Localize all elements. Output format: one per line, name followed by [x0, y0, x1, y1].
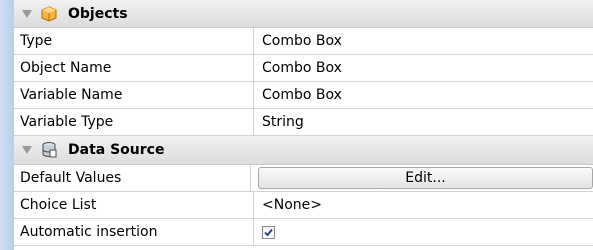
property-name: Default Values — [14, 165, 251, 191]
data-source-icon — [40, 141, 58, 159]
property-row-variable-type[interactable]: Variable Type String — [14, 109, 593, 136]
automatic-insertion-checkbox[interactable] — [262, 225, 275, 239]
property-name: Object Name — [14, 55, 254, 81]
collapse-chevron-icon[interactable] — [22, 9, 32, 18]
edit-button[interactable]: Edit... — [258, 167, 593, 189]
property-row-choice-list[interactable]: Choice List <None> — [14, 192, 593, 219]
property-row-variable-name[interactable]: Variable Name Combo Box — [14, 82, 593, 109]
property-value — [254, 219, 593, 245]
property-value[interactable]: <None> — [254, 192, 593, 218]
property-value[interactable]: Combo Box — [254, 55, 593, 81]
collapse-chevron-icon[interactable] — [22, 146, 32, 154]
section-title-objects: Objects — [68, 5, 128, 22]
property-value[interactable]: Combo Box — [254, 82, 593, 108]
section-title-data-source: Data Source — [68, 142, 165, 158]
property-grid: Objects Type Combo Box Object Name Combo… — [14, 0, 593, 246]
property-value[interactable]: Combo Box — [254, 28, 593, 54]
property-name: Variable Type — [14, 109, 254, 135]
property-name: Variable Name — [14, 82, 254, 108]
left-panel-strip — [0, 0, 14, 250]
property-value[interactable]: String — [254, 109, 593, 135]
property-name: Choice List — [14, 192, 254, 218]
section-header-data-source[interactable]: Data Source — [14, 136, 593, 165]
property-value: Edit... — [251, 165, 593, 191]
property-name: Type — [14, 28, 254, 54]
checkmark-icon — [264, 228, 273, 236]
property-row-default-values[interactable]: Default Values Edit... — [14, 165, 593, 192]
property-name: Automatic insertion — [14, 219, 254, 245]
section-header-objects[interactable]: Objects — [14, 0, 593, 28]
property-row-automatic-insertion[interactable]: Automatic insertion — [14, 219, 593, 246]
property-row-type[interactable]: Type Combo Box — [14, 28, 593, 55]
property-row-object-name[interactable]: Object Name Combo Box — [14, 55, 593, 82]
objects-box-icon — [40, 5, 58, 23]
